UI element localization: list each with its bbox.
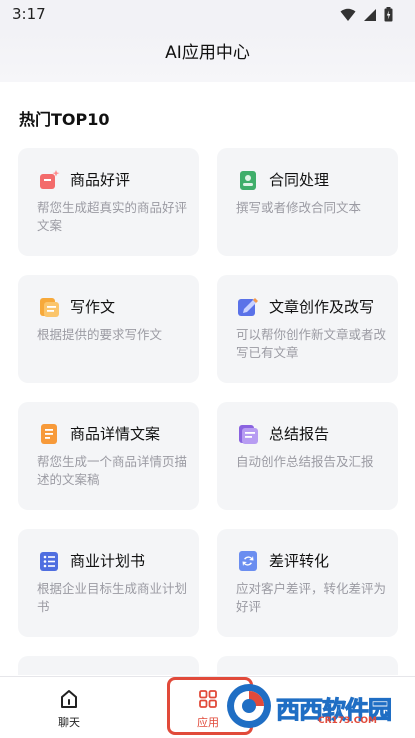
card-description: 可以帮你创作新文章或者改写已有文章 bbox=[236, 327, 387, 360]
nav-label-chat: 聊天 bbox=[58, 716, 80, 729]
card-title: 总结报告 bbox=[269, 425, 330, 443]
card-title: 文章创作及改写 bbox=[269, 298, 375, 316]
app-card-product-detail[interactable]: 商品详情文案 帮您生成一个商品详情页描述的文案稿 bbox=[18, 402, 199, 510]
report-icon bbox=[239, 425, 258, 444]
app-card-product-review[interactable]: 商品好评 帮您生成超真实的商品好评文案 bbox=[18, 148, 199, 256]
status-time: 3:17 bbox=[12, 5, 46, 23]
title-bar: AI应用中心 bbox=[0, 30, 415, 82]
status-icons bbox=[340, 7, 393, 22]
card-description: 应对客户差评，转化差评为好评 bbox=[236, 581, 387, 614]
pen-icon bbox=[238, 298, 258, 316]
app-card-essay[interactable]: 写作文 根据提供的要求写作文 bbox=[18, 275, 199, 383]
app-card-partial-left[interactable] bbox=[18, 656, 199, 675]
plan-icon bbox=[40, 552, 58, 571]
card-description: 帮您生成一个商品详情页描述的文案稿 bbox=[37, 454, 188, 487]
app-card-partial-right[interactable] bbox=[217, 656, 398, 675]
card-title: 差评转化 bbox=[269, 552, 330, 570]
app-grid: 商品好评 帮您生成超真实的商品好评文案 合同处理 撰写或者修改合同文本 写作文 … bbox=[18, 148, 398, 675]
section-title: 热门TOP10 bbox=[19, 110, 110, 129]
watermark-emblem-icon bbox=[227, 684, 271, 728]
watermark-url: CR173.COM bbox=[318, 716, 377, 726]
app-card-summary-report[interactable]: 总结报告 自动创作总结报告及汇报 bbox=[217, 402, 398, 510]
app-card-contract[interactable]: 合同处理 撰写或者修改合同文本 bbox=[217, 148, 398, 256]
nav-tab-chat[interactable]: 聊天 bbox=[29, 677, 109, 738]
card-description: 撰写或者修改合同文本 bbox=[236, 200, 362, 215]
card-description: 帮您生成超真实的商品好评文案 bbox=[37, 200, 188, 233]
status-bar: 3:17 bbox=[0, 0, 415, 30]
wifi-icon bbox=[340, 8, 356, 21]
convert-icon bbox=[239, 551, 257, 571]
review-icon bbox=[40, 170, 60, 189]
app-card-negative-review-convert[interactable]: 差评转化 应对客户差评，转化差评为好评 bbox=[217, 529, 398, 637]
product-doc-icon bbox=[41, 424, 57, 444]
card-title: 商业计划书 bbox=[70, 552, 146, 570]
battery-icon bbox=[384, 7, 393, 22]
card-title: 商品详情文案 bbox=[70, 425, 161, 443]
signal-icon bbox=[364, 8, 376, 21]
card-description: 自动创作总结报告及汇报 bbox=[236, 454, 374, 469]
card-description: 根据企业目标生成商业计划书 bbox=[37, 581, 188, 614]
app-card-article-writing[interactable]: 文章创作及改写 可以帮你创作新文章或者改写已有文章 bbox=[217, 275, 398, 383]
card-title: 合同处理 bbox=[269, 171, 330, 189]
app-card-business-plan[interactable]: 商业计划书 根据企业目标生成商业计划书 bbox=[18, 529, 199, 637]
home-icon bbox=[61, 690, 77, 708]
card-title: 写作文 bbox=[70, 298, 116, 316]
essay-icon bbox=[40, 298, 59, 317]
card-title: 商品好评 bbox=[70, 171, 131, 189]
card-description: 根据提供的要求写作文 bbox=[37, 327, 163, 342]
contract-icon bbox=[240, 171, 256, 190]
watermark-logo: 西西软件园 CR173.COM bbox=[222, 680, 415, 732]
page-title: AI应用中心 bbox=[165, 43, 250, 63]
